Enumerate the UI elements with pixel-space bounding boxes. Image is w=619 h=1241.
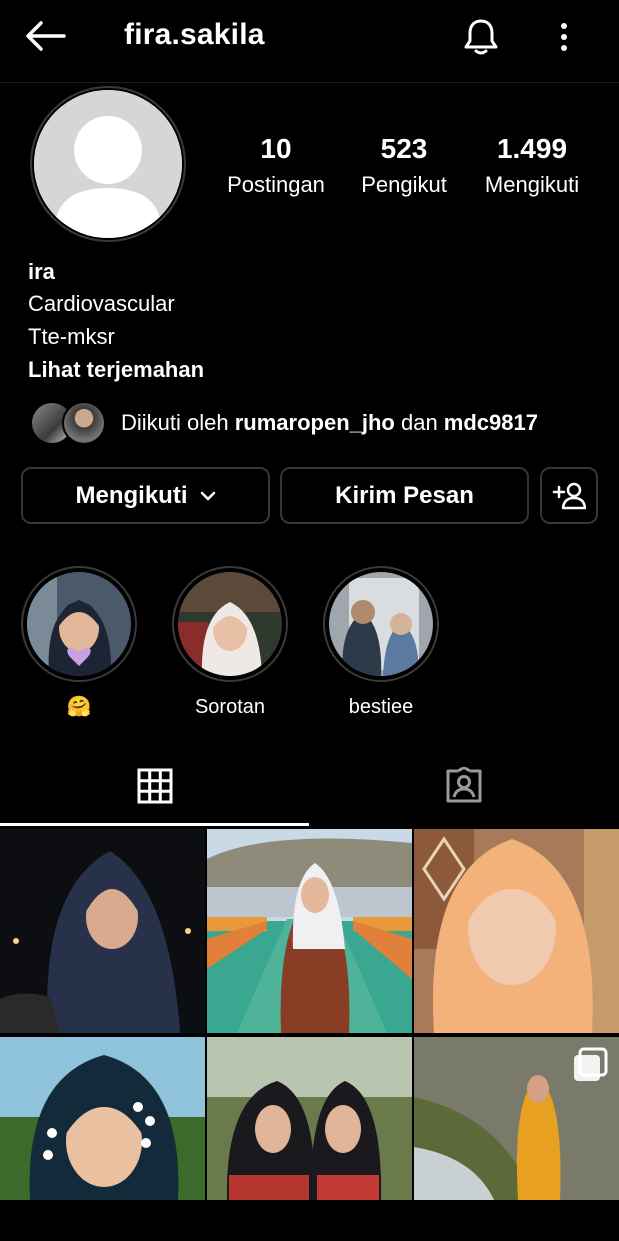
post-thumbnail[interactable] [207,1037,412,1241]
follower-username[interactable]: rumaropen_jho [235,410,395,435]
message-button[interactable]: Kirim Pesan [280,467,529,524]
highlight-thumbnail [27,572,131,676]
highlight-thumbnail [178,572,282,676]
translate-link[interactable]: Lihat terjemahan [28,356,204,384]
following-button[interactable]: Mengikuti [21,467,270,524]
bio-line-2: Tte-mksr [28,324,115,349]
followed-by-row[interactable]: Diikuti oleh rumaropen_jho dan mdc9817 [30,400,610,446]
highlight-label: Sorotan [194,696,266,718]
grid-icon [137,768,172,804]
more-vertical-icon[interactable] [546,14,582,60]
highlight-label: 🤗 [66,696,92,718]
top-bar: fira.sakila [0,0,619,83]
following-button-label: Mengikuti [75,481,188,509]
follower-username[interactable]: mdc9817 [444,410,538,435]
highlight-item[interactable]: 🤗 [20,566,138,720]
tab-posts-grid[interactable] [0,748,309,824]
stat-followers-label: Pengikut [361,172,447,197]
profile-avatar[interactable] [30,86,186,242]
followed-by-prefix: Diikuti oleh [121,410,235,435]
profile-username: fira.sakila [124,18,265,51]
stat-following[interactable]: 1.499 Mengikuti [469,132,595,200]
tab-tagged[interactable] [309,748,618,824]
post-thumbnail[interactable] [0,1037,205,1241]
stat-followers[interactable]: 523 Pengikut [341,132,467,200]
default-avatar-icon [34,90,182,238]
post-thumbnail[interactable] [414,1037,619,1241]
chevron-down-icon [200,491,215,501]
post-thumbnail[interactable] [207,829,412,1033]
highlight-ring [21,566,137,682]
highlight-item[interactable]: bestiee [322,566,440,720]
follower-avatars [30,401,108,445]
followed-by-conjunction: dan [394,410,444,435]
profile-tabs [0,748,619,826]
stat-following-label: Mengikuti [484,172,580,197]
stat-following-value: 1.499 [496,133,568,164]
add-person-icon[interactable] [540,467,598,524]
post-thumbnail[interactable] [0,829,205,1033]
bell-icon[interactable] [458,14,504,60]
tab-active-indicator [0,823,309,826]
profile-name: ira [28,259,55,284]
stat-posts[interactable]: 10 Postingan [213,132,339,200]
stat-posts-label: Postingan [227,172,325,197]
highlight-item[interactable]: Sorotan [171,566,289,720]
bio-line-1: Cardiovascular [28,291,175,316]
stat-followers-value: 523 [380,133,428,164]
arrow-left-icon[interactable] [22,16,68,56]
highlight-ring [323,566,439,682]
tagged-person-icon [446,767,481,803]
stat-posts-value: 10 [260,133,292,164]
highlight-label: bestiee [348,696,414,718]
message-button-label: Kirim Pesan [335,481,474,509]
highlight-thumbnail [329,572,433,676]
avatar [62,401,106,445]
followed-by-text: Diikuti oleh rumaropen_jho dan mdc9817 [121,410,538,436]
highlight-ring [172,566,288,682]
post-thumbnail[interactable] [414,829,619,1033]
